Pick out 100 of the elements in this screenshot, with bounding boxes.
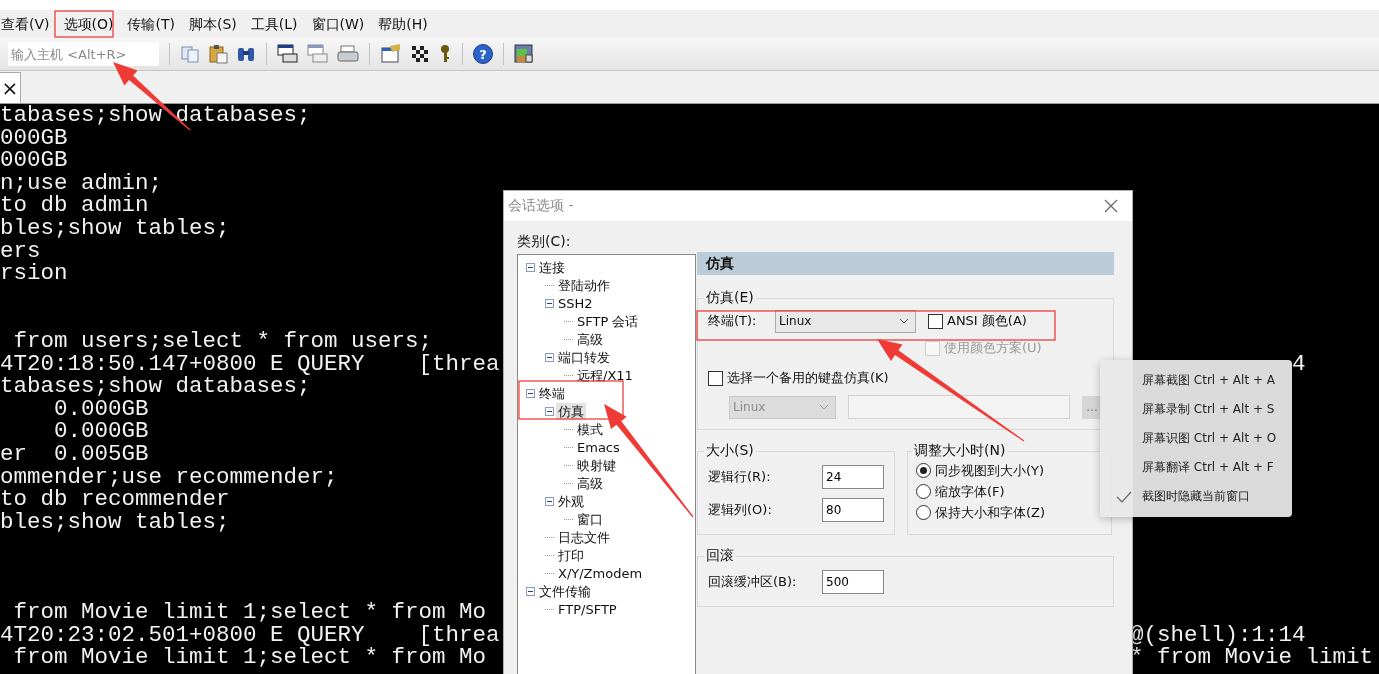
group-title: 回滚 [705,547,735,565]
terminal-label: 终端(T): [708,312,758,330]
terminal-text: * from Movie limit [1130,646,1374,669]
category-label: 类别(C): [517,232,572,251]
field-label: 逻辑行(R): [708,467,772,486]
terminal-text: 4T20:23:02.501+0800 E QUERY [threa [0,623,500,647]
checkbox[interactable] [708,370,723,386]
tree-item[interactable]: 模式 [575,420,605,438]
radio-button[interactable] [916,505,931,520]
menu-item[interactable]: 查看(V) [1,13,57,35]
tree-item[interactable]: 日志文件 [556,528,612,546]
terminal-text: tabases;show databases; [0,104,311,127]
checkbox-label: 选择一个备用的键盘仿真(K) [727,369,889,387]
highlight-box [54,10,114,38]
radio-label: 同步视图到大小(Y) [935,461,1045,480]
terminal-text: 4T20:18:50.147+0800 E QUERY [threa [0,352,500,376]
tree-item[interactable]: SSH2 [556,294,595,312]
tree-item[interactable]: Emacs [575,438,622,456]
terminal-text: from users;select * from users; [12,329,433,353]
terminal-text: 4 [1292,352,1306,376]
radio-label: 缩放字体(F) [935,482,1005,501]
collapse-icon[interactable] [526,586,535,596]
menu-item[interactable]: 屏幕识图 Ctrl + Alt + O [1100,424,1292,453]
menu-item[interactable]: 屏幕截图 Ctrl + Alt + A [1100,366,1292,395]
terminal-text: 000GB [0,126,68,150]
tree-item[interactable]: 高级 [575,330,605,348]
tree-item[interactable]: 高级 [575,474,605,492]
radio-button[interactable] [916,463,931,478]
tree-item[interactable]: 打印 [556,546,586,564]
terminal-text: to db recommender [0,488,230,511]
window-title: 会话选项 - [508,197,574,215]
window-lock-icon[interactable] [514,44,534,64]
input-field[interactable]: 80 [822,497,884,522]
input-field[interactable] [848,395,1070,419]
menu-item[interactable]: 截图时隐藏当前窗口 [1100,482,1292,511]
terminal-text: from Movie limit 1;select * from Mo [12,601,487,624]
menu-item[interactable]: 屏幕翻译 Ctrl + Alt + F [1100,453,1292,482]
terminal-text: 0.000GB [53,420,149,443]
collapse-icon[interactable] [526,388,535,398]
checker-icon[interactable] [410,44,430,64]
group-title: 大小(S) [705,442,755,460]
menu-item[interactable]: 选项(O) [63,13,121,35]
terminal-text: ommender;use recommender; [0,465,338,489]
terminal-text: bles;show tables; [0,510,230,534]
terminal-text: 0.000GB [54,397,149,421]
tree-item[interactable]: 远程/X11 [575,366,635,384]
collapse-icon[interactable] [545,406,554,416]
host-field[interactable]: 输入主机 <Alt+R> [8,42,159,66]
menu-item[interactable]: 传输(T) [127,13,182,35]
tree-item[interactable]: 终端 [537,384,567,402]
group-title: 仿真(E) [705,289,755,307]
tree-item[interactable]: 外观 [556,492,586,510]
caret-icon [819,404,829,410]
menu-item[interactable]: 屏幕录制 Ctrl + Alt + S [1100,395,1292,424]
field-label: 逻辑列(O): [708,500,773,519]
terminal-text: from Movie limit 1;select * from Mo [12,646,487,669]
collapse-icon[interactable] [545,352,554,362]
collapse-icon[interactable] [545,496,554,506]
checkbox-label: 使用颜色方案(U) [944,339,1042,357]
terminal-text: n;use admin; [0,171,163,195]
input-field[interactable]: 24 [822,464,884,489]
tree-item[interactable]: 映射键 [575,456,618,474]
tree-item[interactable]: 登陆动作 [556,276,612,294]
menu-item[interactable]: 工具(L) [250,13,305,35]
collapse-icon[interactable] [526,262,535,272]
menu-item[interactable]: 帮助(H) [378,13,435,35]
collapse-icon[interactable] [545,298,554,308]
group-title: 调整大小时(N) [913,442,1007,460]
tree-item[interactable]: 连接 [537,258,567,276]
terminal-text: er 0.005GB [0,442,149,466]
checkbox[interactable] [928,313,943,329]
tree-item[interactable]: X/Y/Zmodem [556,564,645,582]
tree-item[interactable]: SFTP 会话 [575,312,641,330]
help-button[interactable]: ? [473,44,493,64]
key-icon[interactable] [438,44,452,64]
radio-label: 保持大小和字体(Z) [935,503,1046,522]
menu-item[interactable]: 脚本(S) [188,13,244,35]
paste-icon[interactable] [208,44,228,64]
window-icon[interactable] [380,44,402,64]
caret-icon [899,318,909,324]
checkbox-label: ANSI 颜色(A) [947,312,1027,330]
field-label: 回滚缓冲区(B): [708,572,798,591]
terminal-text: bles;show tables; [0,216,230,240]
tree-item[interactable]: 文件传输 [537,582,593,600]
input-field[interactable]: 500 [822,569,884,594]
panel-header: 仿真 [697,252,1114,275]
terminal-text: ers [0,239,41,263]
tree-item[interactable]: 窗口 [575,510,605,528]
menu-item[interactable]: 窗口(W) [311,13,372,35]
terminal-text: 000GB [0,149,68,172]
session-tab[interactable]: × [0,72,21,103]
close-icon[interactable] [1104,199,1118,213]
radio-button[interactable] [916,484,931,499]
terminal-text: tabases;show databases; [0,375,311,398]
check-icon [1116,491,1132,503]
terminal-text: rsion [0,262,68,285]
tree-item[interactable]: 端口转发 [556,348,612,366]
terminal-text: to db admin [0,194,149,217]
terminal-dropdown[interactable]: Linux [775,309,916,333]
tree-item[interactable]: FTP/SFTP [556,600,619,618]
